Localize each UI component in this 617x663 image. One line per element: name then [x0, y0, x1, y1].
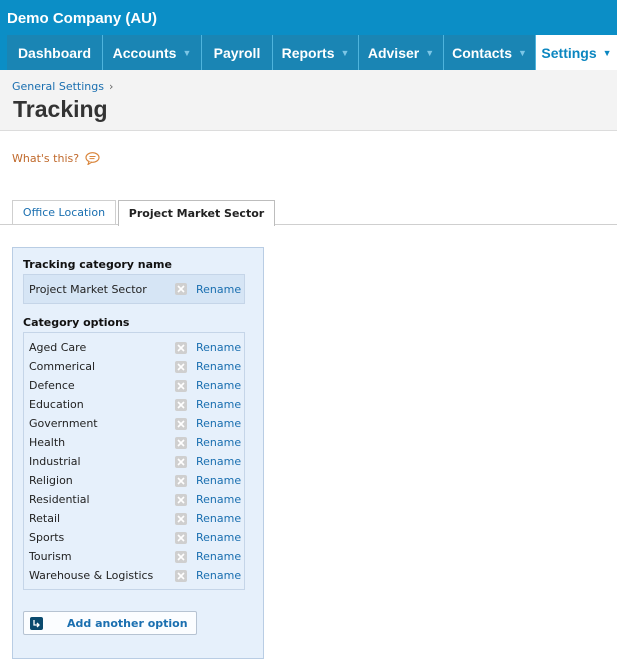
- close-icon[interactable]: [175, 569, 187, 582]
- close-icon[interactable]: [175, 493, 187, 506]
- breadcrumb-separator: ›: [108, 80, 114, 93]
- rename-link[interactable]: Rename: [196, 493, 241, 506]
- nav-payroll[interactable]: Payroll: [202, 35, 273, 70]
- option-row: Commerical Rename: [24, 357, 244, 376]
- option-row: Defence Rename: [24, 376, 244, 395]
- rename-link[interactable]: Rename: [196, 569, 241, 582]
- page-title: Tracking: [13, 96, 108, 122]
- caret-down-icon: ▼: [602, 47, 612, 58]
- company-name[interactable]: Demo Company (AU): [7, 10, 157, 27]
- option-label: Retail: [29, 512, 61, 525]
- option-label: Health: [29, 436, 66, 449]
- nav-label: Accounts: [112, 44, 177, 61]
- close-icon[interactable]: [175, 379, 187, 392]
- option-label: Warehouse & Logistics: [29, 569, 154, 582]
- option-label: Government: [29, 417, 98, 430]
- rename-link[interactable]: Rename: [196, 379, 241, 392]
- rename-link[interactable]: Rename: [196, 398, 241, 411]
- nav-label: Payroll: [213, 44, 261, 61]
- rename-link[interactable]: Rename: [196, 283, 241, 296]
- speech-bubble-icon: [85, 152, 100, 165]
- option-label: Industrial: [29, 455, 81, 468]
- caret-down-icon: ▼: [425, 47, 435, 58]
- nav-label: Reports: [281, 44, 335, 61]
- rename-link[interactable]: Rename: [196, 512, 241, 525]
- option-label: Religion: [29, 474, 73, 487]
- nav-label: Contacts: [452, 44, 512, 61]
- option-row: Retail Rename: [24, 509, 244, 528]
- option-row: Health Rename: [24, 433, 244, 452]
- rename-link[interactable]: Rename: [196, 436, 241, 449]
- tab-label: Office Location: [22, 206, 106, 219]
- rename-link[interactable]: Rename: [196, 531, 241, 544]
- option-label: Sports: [29, 531, 65, 544]
- close-icon[interactable]: [175, 283, 187, 295]
- nav-label: Adviser: [367, 44, 420, 61]
- add-another-option-button[interactable]: Add another option: [23, 611, 197, 635]
- caret-down-icon: ▼: [340, 47, 350, 58]
- tab-label: Project Market Sector: [128, 207, 265, 220]
- tab-project-market-sector[interactable]: Project Market Sector: [118, 200, 275, 226]
- category-options-list: Aged Care Rename Commerical Rename Defence Re…: [23, 332, 245, 590]
- option-row: Education Rename: [24, 395, 244, 414]
- nav-accounts[interactable]: Accounts ▼: [103, 35, 202, 70]
- option-row: Industrial Rename: [24, 452, 244, 471]
- category-options-heading: Category options: [23, 316, 130, 329]
- option-row: Warehouse & Logistics Rename: [24, 566, 244, 585]
- whats-this-link[interactable]: What's this?: [12, 152, 100, 165]
- option-label: Commerical: [29, 360, 96, 373]
- category-name-row: Project Market Sector Rename: [24, 275, 244, 303]
- nav-adviser[interactable]: Adviser ▼: [359, 35, 444, 70]
- option-row: Sports Rename: [24, 528, 244, 547]
- close-icon[interactable]: [175, 455, 187, 468]
- rename-link[interactable]: Rename: [196, 550, 241, 563]
- nav-settings[interactable]: Settings ▼: [536, 35, 617, 70]
- breadcrumb[interactable]: General Settings ›: [12, 80, 113, 93]
- option-row: Aged Care Rename: [24, 338, 244, 357]
- title-area: General Settings › Tracking: [0, 70, 617, 131]
- close-icon[interactable]: [175, 417, 187, 430]
- rename-link[interactable]: Rename: [196, 474, 241, 487]
- close-icon[interactable]: [175, 341, 187, 354]
- nav-contacts[interactable]: Contacts ▼: [444, 35, 536, 70]
- breadcrumb-link[interactable]: General Settings: [12, 80, 104, 93]
- close-icon[interactable]: [175, 531, 187, 544]
- option-row: Tourism Rename: [24, 547, 244, 566]
- close-icon[interactable]: [175, 436, 187, 449]
- option-label: Education: [29, 398, 84, 411]
- nav-reports[interactable]: Reports ▼: [273, 35, 359, 70]
- tabs-divider: [0, 224, 617, 225]
- whats-this-label: What's this?: [12, 152, 80, 165]
- option-label: Defence: [29, 379, 75, 392]
- main-nav: Dashboard Accounts ▼ Payroll Reports ▼ Adv…: [7, 35, 617, 70]
- rename-link[interactable]: Rename: [196, 341, 241, 354]
- caret-down-icon: ▼: [517, 47, 527, 58]
- add-option-label: Add another option: [67, 616, 188, 630]
- tab-office-location[interactable]: Office Location: [12, 200, 116, 224]
- nav-dashboard[interactable]: Dashboard: [7, 35, 103, 70]
- option-row: Religion Rename: [24, 471, 244, 490]
- close-icon[interactable]: [175, 512, 187, 525]
- add-row-icon: [30, 616, 43, 630]
- option-label: Tourism: [29, 550, 72, 563]
- caret-down-icon: ▼: [182, 47, 192, 58]
- close-icon[interactable]: [175, 398, 187, 411]
- rename-link[interactable]: Rename: [196, 360, 241, 373]
- nav-label: Settings: [541, 44, 597, 61]
- category-name-box: Project Market Sector Rename: [23, 274, 245, 304]
- nav-label: Dashboard: [17, 44, 92, 61]
- close-icon[interactable]: [175, 550, 187, 563]
- close-icon[interactable]: [175, 474, 187, 487]
- tracking-panel: Tracking category name Project Market Se…: [12, 247, 264, 659]
- rename-link[interactable]: Rename: [196, 417, 241, 430]
- option-row: Government Rename: [24, 414, 244, 433]
- category-name-heading: Tracking category name: [23, 258, 172, 271]
- header-bar: Demo Company (AU) Dashboard Accounts ▼ Pa…: [0, 0, 617, 70]
- rename-link[interactable]: Rename: [196, 455, 241, 468]
- option-label: Aged Care: [29, 341, 87, 354]
- option-row: Residential Rename: [24, 490, 244, 509]
- close-icon[interactable]: [175, 360, 187, 373]
- option-label: Residential: [29, 493, 90, 506]
- category-name-value: Project Market Sector: [29, 282, 147, 296]
